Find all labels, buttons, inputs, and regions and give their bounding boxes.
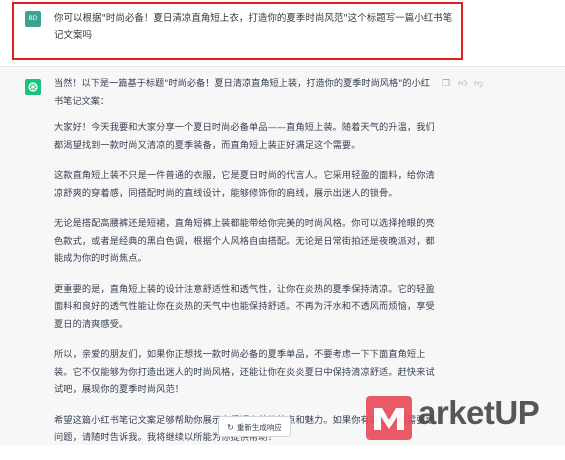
user-message-text: 你可以根据"时尚必备！夏日清凉直角短上衣，打造你的夏季时尚风范"这个标题写一篇小… [54,13,453,41]
message-actions: ❐ 👍︎ 👎︎ [442,79,502,93]
marketup-logo-icon [366,396,412,440]
chatgpt-logo-icon [25,79,41,95]
assistant-paragraph: 这款直角短上装不只是一件普通的衣服，它是夏日时尚的代言人。它采用轻盈的面料，给你… [54,170,435,199]
assistant-paragraph: 无论是搭配高腰裤还是短裙，直角短裤上装都能带给你完美的时尚风格。你可以选择抢眼的… [54,218,435,264]
copy-icon[interactable]: ❐ [442,79,452,89]
assistant-paragraph: 大家好！今天我要和大家分享一个夏日时尚必备单品——直角短上装。随着天气的升温，我… [54,122,435,151]
watermark-text: arketUP [418,394,540,431]
user-avatar: BD [25,11,41,27]
marketup-watermark: arketUP [366,390,565,442]
refresh-icon: ↻ [227,423,234,432]
thumbs-up-icon[interactable]: 👍︎ [458,79,468,89]
user-message-row: BD 你可以根据"时尚必备！夏日清凉直角短上衣，打造你的夏季时尚风范"这个标题写… [0,0,565,66]
regenerate-label: 重新生成响应 [236,423,282,432]
assistant-intro: 当然！以下是一篇基于标题"时尚必备！夏日清凉直角短上装，打造你的夏季时尚风格"的… [54,78,430,107]
regenerate-button[interactable]: ↻ 重新生成响应 [218,416,291,437]
thumbs-down-icon[interactable]: 👎︎ [474,79,484,89]
assistant-message-row: ❐ 👍︎ 👎︎ 当然！以下是一篇基于标题"时尚必备！夏日清凉直角短上装，打造你的… [0,67,565,445]
assistant-paragraph: 更重要的是，直角短上装的设计注意舒适性和透气性，让你在炎热的夏季保持清凉。它的轻… [54,283,435,330]
